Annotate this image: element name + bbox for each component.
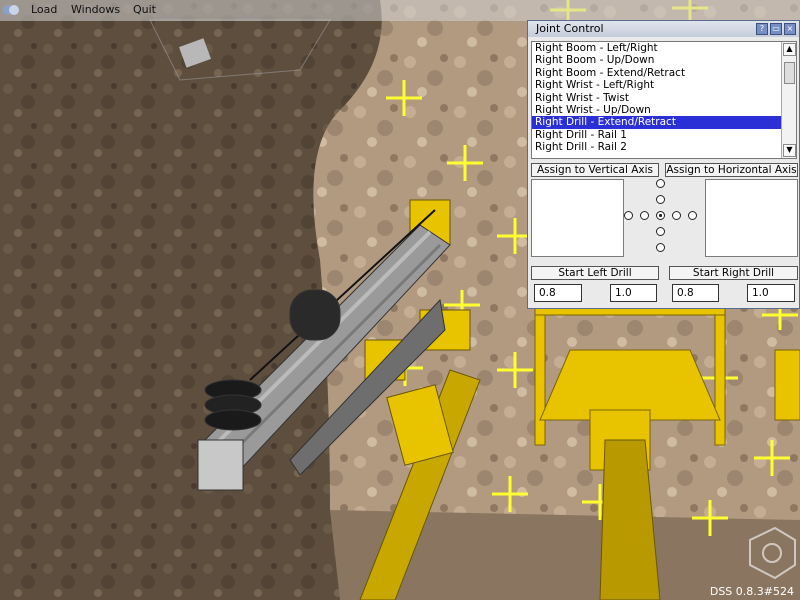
dir-up-2-icon[interactable]	[656, 179, 665, 188]
assign-vertical-button[interactable]: Assign to Vertical Axis	[531, 163, 659, 177]
joint-list-item[interactable]: Right Boom - Extend/Retract	[532, 67, 796, 79]
left-drill-rate-field[interactable]: 1.0	[610, 284, 657, 302]
dir-down-1-icon[interactable]	[656, 227, 665, 236]
left-drill-speed-field[interactable]: 0.8	[534, 284, 582, 302]
app-logo-icon	[3, 5, 19, 15]
joint-list-item[interactable]: Right Boom - Up/Down	[532, 54, 796, 66]
joint-list-item[interactable]: Right Wrist - Left/Right	[532, 79, 796, 91]
window-titlebar[interactable]: Joint Control ? ▭ ×	[528, 21, 799, 37]
menu-quit[interactable]: Quit	[133, 3, 156, 16]
start-right-drill-button[interactable]: Start Right Drill	[669, 266, 798, 280]
dir-right-2-icon[interactable]	[688, 211, 697, 220]
joint-list-item[interactable]: Right Drill - Rail 2	[532, 141, 796, 153]
version-label: DSS 0.8.3#524	[709, 585, 794, 598]
joint-list[interactable]: Right Boom - Left/Right Right Boom - Up/…	[531, 41, 797, 159]
joint-list-item[interactable]: Right Boom - Left/Right	[532, 42, 796, 54]
window-title: Joint Control	[536, 22, 604, 35]
horizontal-axis-pad[interactable]	[705, 179, 798, 257]
scroll-up-icon[interactable]: ▲	[783, 43, 796, 56]
dir-center-icon[interactable]	[656, 211, 665, 220]
scroll-thumb[interactable]	[784, 62, 795, 84]
right-drill-speed-field[interactable]: 0.8	[672, 284, 719, 302]
dir-down-2-icon[interactable]	[656, 243, 665, 252]
joint-list-item[interactable]: Right Wrist - Up/Down	[532, 104, 796, 116]
menu-bar: Load Windows Quit	[0, 0, 800, 21]
menu-windows[interactable]: Windows	[71, 3, 120, 16]
dir-up-1-icon[interactable]	[656, 195, 665, 204]
vertical-axis-pad[interactable]	[531, 179, 624, 257]
minimize-icon[interactable]: ▭	[770, 23, 782, 35]
assign-horizontal-button[interactable]: Assign to Horizontal Axis	[665, 163, 798, 177]
close-icon[interactable]: ×	[784, 23, 796, 35]
joint-control-window: Joint Control ? ▭ × Right Boom - Left/Ri…	[527, 20, 800, 309]
joint-list-item[interactable]: Right Drill - Rail 1	[532, 129, 796, 141]
menu-load[interactable]: Load	[31, 3, 57, 16]
dir-left-2-icon[interactable]	[624, 211, 633, 220]
joint-list-item[interactable]: Right Wrist - Twist	[532, 92, 796, 104]
list-scrollbar[interactable]: ▲ ▼	[781, 42, 796, 158]
right-drill-rate-field[interactable]: 1.0	[747, 284, 795, 302]
start-left-drill-button[interactable]: Start Left Drill	[531, 266, 659, 280]
help-icon[interactable]: ?	[756, 23, 768, 35]
scroll-down-icon[interactable]: ▼	[783, 144, 796, 157]
dir-right-1-icon[interactable]	[672, 211, 681, 220]
joint-list-item-selected[interactable]: Right Drill - Extend/Retract	[532, 116, 796, 129]
dir-left-1-icon[interactable]	[640, 211, 649, 220]
